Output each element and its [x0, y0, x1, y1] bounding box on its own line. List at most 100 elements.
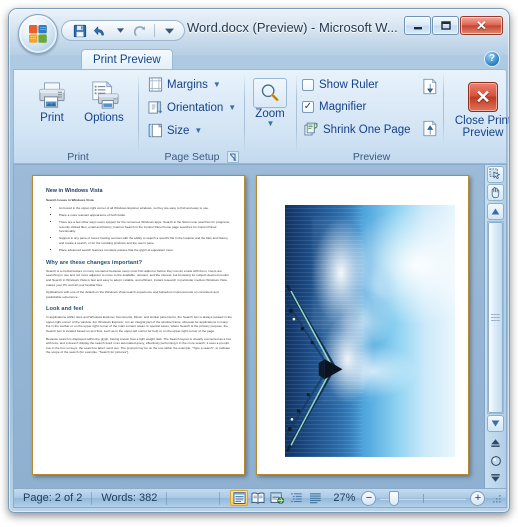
photo-pier-rails	[285, 283, 343, 452]
select-browse-object-button[interactable]	[487, 452, 504, 469]
zoom-out-label: −	[365, 491, 373, 504]
full-screen-reading-view-icon	[251, 492, 265, 504]
maximize-button[interactable]	[432, 16, 459, 35]
magnifier-checkbox-box: ✓	[302, 100, 314, 113]
status-divider	[219, 491, 221, 505]
page-1-content: New in Windows Vista Search Issues in Wi…	[46, 188, 233, 355]
zoom-percent-label[interactable]: 27%	[333, 492, 355, 504]
zoom-button[interactable]: Zoom ▼	[246, 74, 294, 142]
zoom-in-button[interactable]: +	[470, 490, 486, 506]
show-ruler-checkbox-box	[302, 78, 314, 91]
close-preview-line1: Close Print	[454, 115, 510, 127]
office-button[interactable]	[18, 14, 58, 54]
close-button[interactable]: ✕	[460, 16, 503, 35]
print-layout-view-button[interactable]	[230, 490, 249, 506]
next-page-scroll-button[interactable]	[487, 470, 504, 487]
window-title: Word.docx (Preview) - Microsoft W...	[187, 20, 398, 35]
redo-icon[interactable]	[132, 23, 148, 39]
close-preview-icon: ✕	[468, 82, 498, 112]
photo-cloud-wisp	[363, 265, 398, 306]
zoom-slider-midpoint-tick	[422, 493, 424, 503]
page-1-heading-2a: Why are these changes important?	[46, 259, 143, 266]
list-item: Support in any pane of boxes hosting sou…	[59, 236, 233, 245]
zoom-out-button[interactable]: −	[361, 490, 377, 506]
shrink-one-page-icon	[303, 122, 319, 138]
vertical-scrollbar[interactable]	[484, 165, 506, 488]
printer-icon	[37, 78, 67, 112]
scroll-down-button[interactable]	[487, 415, 504, 432]
status-page-indicator[interactable]: Page: 2 of 2	[14, 489, 91, 507]
scroll-up-button[interactable]	[487, 203, 504, 220]
show-ruler-checkbox[interactable]: Show Ruler	[302, 75, 378, 94]
minimize-button[interactable]	[404, 16, 431, 35]
scroll-up-arrow-icon	[491, 208, 500, 215]
page-1[interactable]: New in Windows Vista Search Issues in Wi…	[32, 175, 245, 475]
hand-pan-icon	[491, 187, 500, 199]
page-1-paragraph-3a: In applications within docs and Windows …	[46, 315, 232, 334]
status-word-count[interactable]: Words: 382	[92, 489, 166, 507]
scrollbar-grip-icon	[491, 314, 500, 321]
next-page-button[interactable]	[420, 76, 440, 96]
word-print-preview-window: Word.docx (Preview) - Microsoft W... ✕ P…	[8, 8, 510, 513]
scrollbar-thumb[interactable]	[488, 222, 503, 413]
ribbon-group-page-setup: Margins ▼ Orientation ▼ Size ▼ Page Setu…	[142, 71, 242, 164]
draft-view-button[interactable]	[306, 490, 324, 506]
web-layout-view-icon	[270, 492, 285, 504]
margins-button[interactable]: Margins ▼	[144, 74, 224, 95]
show-ruler-label: Show Ruler	[319, 78, 379, 91]
page-size-button[interactable]: Size ▼	[144, 120, 205, 141]
ribbon-group-print-label: Print	[67, 151, 89, 163]
print-options-button[interactable]: Options	[78, 74, 130, 142]
page-size-icon	[147, 123, 163, 139]
margins-icon	[147, 77, 163, 93]
undo-dropdown-icon[interactable]	[112, 23, 128, 39]
page-1-paragraph-2a: Search is a crucial feature in many scen…	[46, 268, 229, 287]
resize-grip-icon[interactable]	[491, 493, 502, 504]
pan-tool-button[interactable]	[487, 184, 504, 201]
magnifier-label: Magnifier	[319, 100, 367, 113]
page-1-paragraph-3b: Because search is displayed within the g…	[46, 336, 232, 355]
minimize-icon	[413, 26, 422, 29]
zoom-slider: − +	[361, 490, 486, 506]
list-item: As boxed in the upper-right corner of al…	[59, 206, 233, 211]
ribbon-group-print: Print Options Print	[20, 71, 136, 164]
page-setup-dialog-launcher[interactable]	[227, 151, 239, 163]
zoom-slider-track[interactable]	[380, 490, 467, 506]
next-page-icon	[491, 474, 500, 482]
previous-page-icon	[422, 120, 437, 136]
tab-print-preview[interactable]: Print Preview	[81, 49, 173, 70]
status-spacer	[167, 489, 219, 507]
outline-view-button[interactable]	[287, 490, 305, 506]
select-object-button[interactable]	[487, 166, 504, 183]
previous-page-icon	[491, 439, 500, 447]
undo-icon[interactable]	[92, 23, 108, 39]
next-page-icon	[422, 78, 437, 94]
scrollbar-track[interactable]	[487, 221, 504, 414]
customize-qat-icon[interactable]	[161, 23, 177, 39]
ribbon-tab-strip: Print Preview ?	[9, 49, 509, 70]
web-layout-view-button[interactable]	[268, 490, 286, 506]
view-switcher	[230, 490, 324, 506]
page-1-paragraph-2b: Applications with one of the default on …	[46, 290, 219, 299]
close-print-preview-button[interactable]: ✕ Close Print Preview	[448, 77, 510, 149]
print-button[interactable]: Print	[26, 74, 78, 142]
orientation-button[interactable]: Orientation ▼	[144, 97, 239, 118]
group-divider	[138, 74, 139, 154]
shrink-one-page-button[interactable]: Shrink One Page	[300, 119, 414, 140]
print-options-icon	[89, 78, 120, 112]
print-preview-work-area: New in Windows Vista Search Issues in Wi…	[13, 164, 507, 489]
save-icon[interactable]	[72, 23, 88, 39]
document-canvas[interactable]: New in Windows Vista Search Issues in Wi…	[14, 165, 484, 488]
full-screen-reading-view-button[interactable]	[249, 490, 267, 506]
magnifier-checkbox[interactable]: ✓ Magnifier	[302, 97, 366, 116]
previous-page-button[interactable]	[420, 118, 440, 138]
help-label: ?	[488, 53, 496, 64]
qat-divider	[154, 24, 155, 37]
page-1-intro: Search Issues in Windows Vista	[46, 198, 94, 202]
previous-page-scroll-button[interactable]	[487, 434, 504, 451]
help-icon[interactable]: ?	[485, 52, 499, 66]
zoom-slider-handle[interactable]	[389, 490, 400, 506]
page-2[interactable]	[256, 175, 469, 475]
ribbon-group-preview-label: Preview	[352, 151, 391, 163]
print-button-label: Print	[40, 112, 64, 124]
